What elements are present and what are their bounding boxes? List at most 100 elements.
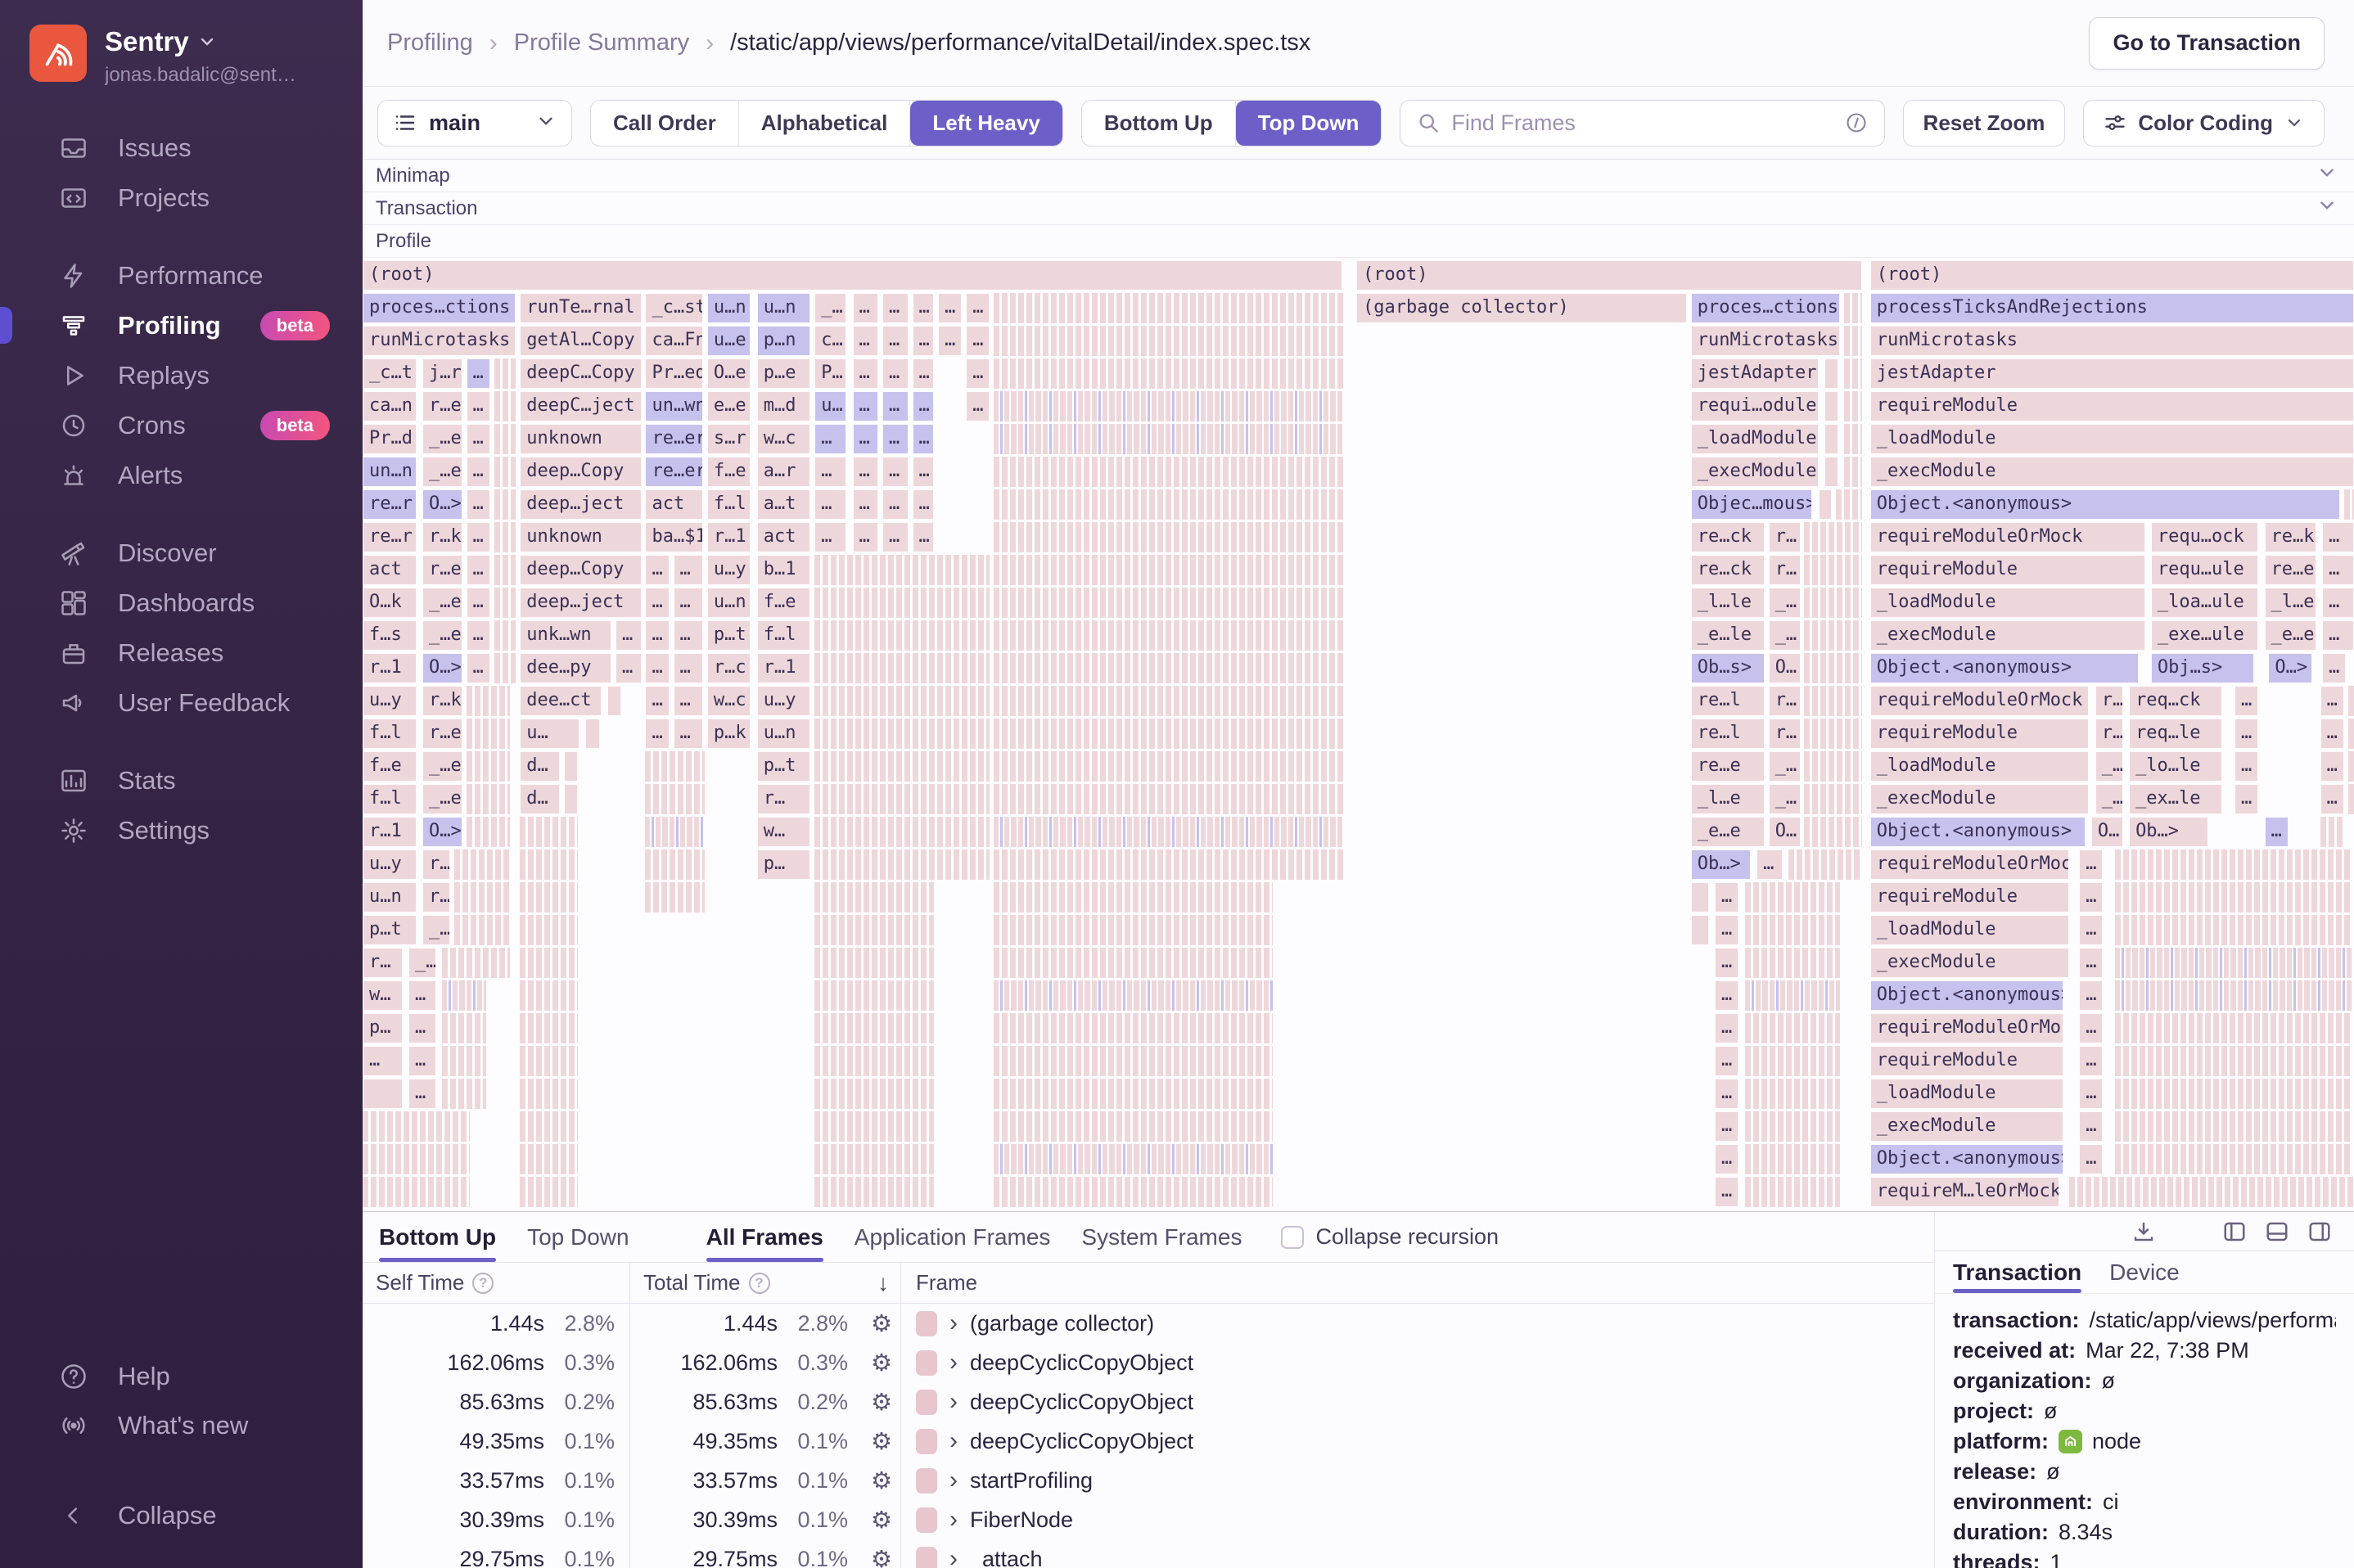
flame-frame[interactable]: …: [882, 293, 909, 323]
flame-frame[interactable]: f…l: [363, 784, 417, 814]
flame-frame[interactable]: requireModuleOrMock: [1870, 686, 2090, 716]
flame-frame[interactable]: r…: [2095, 686, 2123, 716]
tab-bottom-up[interactable]: Bottom Up: [379, 1212, 496, 1262]
flame-frame[interactable]: O…>: [2268, 653, 2312, 683]
flame-frame[interactable]: u…y: [363, 686, 417, 716]
flame-frame[interactable]: deep…Copy: [520, 555, 641, 585]
flame-frame[interactable]: dee…ct: [520, 686, 602, 716]
flame-frame[interactable]: …: [913, 326, 935, 356]
flame-frame[interactable]: …: [882, 522, 909, 552]
flame-frame[interactable]: re…er: [645, 424, 703, 454]
flame-frame[interactable]: …: [913, 358, 935, 389]
flame-frame[interactable]: …: [966, 293, 990, 323]
flame-frame[interactable]: getAl…Copy: [520, 326, 641, 356]
expand-chevron-icon[interactable]: ›: [949, 1468, 958, 1493]
transaction-section-header[interactable]: Transaction: [363, 192, 2354, 225]
flame-frame[interactable]: f…e: [363, 751, 417, 782]
sidebar-item-settings[interactable]: Settings: [0, 805, 363, 855]
sidebar-item-help[interactable]: Help: [0, 1352, 363, 1401]
flame-frame[interactable]: …: [467, 489, 490, 520]
table-row[interactable]: 30.39ms0.1%30.39ms0.1%⚙›FiberNode: [363, 1500, 1934, 1539]
flame-frame[interactable]: …: [467, 653, 490, 683]
flame-frame[interactable]: _l…e: [2265, 588, 2316, 618]
flame-frame[interactable]: …: [2234, 784, 2258, 814]
flame-frame[interactable]: _…e: [422, 424, 462, 454]
search-input[interactable]: [1451, 110, 1833, 136]
flame-frame[interactable]: r…: [1769, 686, 1801, 716]
download-icon[interactable]: [2131, 1219, 2156, 1244]
flame-frame[interactable]: r…: [422, 849, 450, 880]
flame-frame[interactable]: _loadModule: [1870, 1079, 2063, 1109]
flame-frame[interactable]: f…e: [707, 457, 751, 487]
expand-chevron-icon[interactable]: ›: [949, 1507, 958, 1532]
gear-icon[interactable]: ⚙: [863, 1545, 900, 1568]
flame-frame[interactable]: …: [814, 489, 846, 520]
flame-frame[interactable]: …: [645, 686, 669, 716]
flame-frame[interactable]: s…r: [707, 424, 751, 454]
flame-frame[interactable]: _…: [408, 948, 436, 978]
flame-frame[interactable]: u…y: [707, 555, 751, 585]
sidebar-item-user-feedback[interactable]: User Feedback: [0, 678, 363, 728]
flame-frame[interactable]: w…: [363, 980, 403, 1011]
flame-frame[interactable]: …: [408, 1013, 436, 1043]
flame-frame[interactable]: runTe…rnal: [520, 293, 641, 323]
flame-frame[interactable]: …: [2079, 1013, 2103, 1043]
flame-frame[interactable]: r…: [2095, 719, 2123, 749]
flame-frame[interactable]: …: [645, 620, 669, 651]
flame-frame[interactable]: re…l: [1691, 686, 1765, 716]
flame-frame[interactable]: …: [1756, 849, 1783, 880]
flame-frame[interactable]: …: [363, 1046, 403, 1076]
flame-frame[interactable]: processTicksAndRejections: [1870, 293, 2354, 323]
flame-frame[interactable]: …: [938, 293, 962, 323]
collapse-recursion-toggle[interactable]: Collapse recursion: [1281, 1224, 1499, 1250]
sidebar-item-projects[interactable]: Projects: [0, 173, 363, 223]
expand-chevron-icon[interactable]: ›: [949, 1547, 958, 1568]
flame-frame[interactable]: a…r: [757, 457, 811, 487]
flame-frame[interactable]: …: [645, 555, 669, 585]
flame-frame[interactable]: …: [2322, 522, 2354, 552]
flame-frame[interactable]: r…: [1769, 522, 1801, 552]
flame-frame[interactable]: p…: [363, 1013, 403, 1043]
flame-frame[interactable]: …: [853, 457, 879, 487]
flame-frame[interactable]: …: [1715, 980, 1738, 1011]
flame-frame[interactable]: …: [408, 1046, 436, 1076]
profile-section-header[interactable]: Profile: [363, 225, 2354, 258]
flame-frame[interactable]: act: [645, 489, 703, 520]
gear-icon[interactable]: ⚙: [863, 1349, 900, 1377]
flame-frame[interactable]: _l…e: [1691, 784, 1765, 814]
sidebar-item-alerts[interactable]: Alerts: [0, 450, 363, 500]
flame-frame[interactable]: r…: [1769, 719, 1801, 749]
flame-frame[interactable]: …: [1715, 1046, 1738, 1076]
flame-frame[interactable]: …: [853, 489, 879, 520]
sort-option-call-order[interactable]: Call Order: [591, 101, 739, 146]
flame-frame[interactable]: …: [2079, 1111, 2103, 1142]
flame-frame[interactable]: requireModuleOrMock: [1870, 522, 2145, 552]
flame-frame[interactable]: requireModule: [1870, 555, 2145, 585]
org-switcher[interactable]: Sentry jonas.badalic@sent…: [0, 0, 363, 87]
flame-frame[interactable]: …: [814, 522, 846, 552]
flame-frame[interactable]: unk…wn: [520, 620, 611, 651]
sidebar-collapse-button[interactable]: Collapse: [0, 1491, 363, 1540]
flame-frame[interactable]: _exe…ule: [2151, 620, 2258, 651]
flame-frame[interactable]: deep…ject: [520, 489, 641, 520]
flame-frame[interactable]: f…e: [757, 588, 811, 618]
flame-frame[interactable]: …: [814, 424, 846, 454]
flame-frame[interactable]: …: [938, 326, 962, 356]
flame-frame[interactable]: P…: [814, 358, 846, 389]
flame-frame[interactable]: dee…py: [520, 653, 611, 683]
flame-frame[interactable]: re…l: [1691, 719, 1765, 749]
flame-frame[interactable]: Obj…s>: [2151, 653, 2255, 683]
flame-frame[interactable]: …: [853, 522, 879, 552]
flame-frame[interactable]: un…n: [363, 457, 417, 487]
flame-frame[interactable]: …: [408, 980, 436, 1011]
flame-frame[interactable]: p…t: [707, 620, 751, 651]
dock-right-icon[interactable]: [2307, 1219, 2333, 1244]
flame-frame[interactable]: _…: [1769, 588, 1801, 618]
flame-frame[interactable]: O…: [1769, 653, 1801, 683]
flame-frame[interactable]: …: [467, 555, 490, 585]
sidebar-item-issues[interactable]: Issues: [0, 123, 363, 173]
flame-frame[interactable]: w…c: [757, 424, 811, 454]
chevron-down-icon[interactable]: [2316, 195, 2338, 222]
flame-frame[interactable]: …: [467, 620, 490, 651]
flame-frame[interactable]: req…le: [2129, 719, 2222, 749]
